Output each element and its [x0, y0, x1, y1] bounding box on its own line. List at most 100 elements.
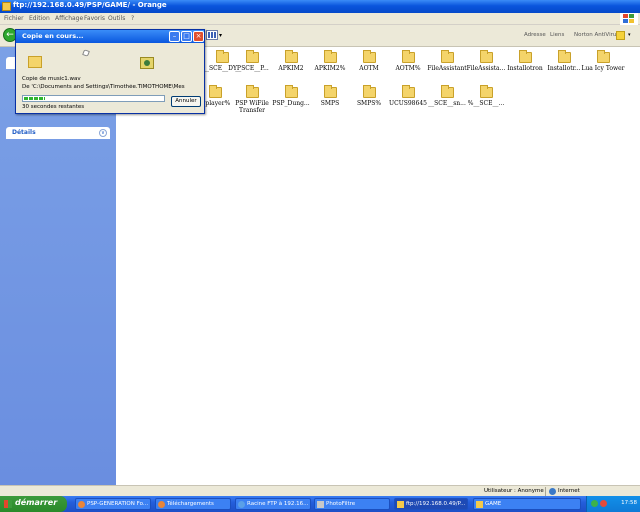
- ftp-icon: [238, 501, 245, 508]
- folder-icon: [440, 50, 454, 63]
- folder-item[interactable]: Installotr...: [542, 49, 586, 89]
- taskbar-item[interactable]: ftp://192.168.0.49/P...: [394, 498, 468, 510]
- maximize-icon[interactable]: □: [181, 31, 192, 42]
- views-dropdown-icon[interactable]: ▾: [219, 32, 222, 39]
- folder-item[interactable]: AOTM: [347, 49, 391, 89]
- folder-item[interactable]: %__SCE__...: [464, 84, 508, 124]
- links-label[interactable]: Liens: [550, 32, 564, 38]
- folder-icon: [440, 85, 454, 98]
- windows-flag-icon: [620, 13, 638, 25]
- folder-icon: [401, 50, 415, 63]
- folder-label: PSP_Dung...: [272, 100, 310, 107]
- status-bar: Utilisateur : Anonyme Internet: [0, 485, 640, 496]
- window-titlebar[interactable]: ftp://192.168.0.49/PSP/GAME/ - Orange: [0, 0, 640, 13]
- clock: 17:58: [621, 500, 637, 506]
- folder-label: SMPS: [320, 100, 340, 107]
- folder-item[interactable]: PSP_Dung...: [269, 84, 313, 124]
- taskbar-item[interactable]: Téléchargements: [155, 498, 231, 510]
- folder-item[interactable]: AOTM%: [386, 49, 430, 89]
- copy-path-line: De 'C:\Documents and Settings\Timothée.T…: [22, 84, 185, 90]
- norton-icon[interactable]: [616, 31, 625, 40]
- menu-bar: Fichier Edition Affichage Favoris Outils…: [0, 13, 640, 25]
- taskbar-item-label: PhotoFiltre: [326, 501, 356, 507]
- folder-item[interactable]: __SCE__P...: [230, 49, 274, 89]
- folder-icon: [362, 50, 376, 63]
- status-user: Utilisateur : Anonyme: [484, 488, 544, 494]
- taskbar: démarrer PSP-GENERATION Fo... Télécharge…: [0, 496, 640, 512]
- status-divider: [545, 487, 546, 496]
- menu-help[interactable]: ?: [131, 15, 134, 22]
- folder-icon: [323, 50, 337, 63]
- taskbar-item-label: Racine FTP à 192.16...: [247, 501, 309, 507]
- menu-edition[interactable]: Edition: [29, 15, 50, 22]
- folder-label: __SCE__sn...: [428, 100, 466, 107]
- copy-progress-bar: [22, 95, 165, 102]
- minimize-icon[interactable]: –: [169, 31, 180, 42]
- folder-label: AOTM: [359, 65, 379, 72]
- folder-item[interactable]: SMPS: [308, 84, 352, 124]
- close-icon[interactable]: ×: [193, 31, 204, 42]
- menu-affichage[interactable]: Affichage: [55, 15, 83, 22]
- dialog-title: Copie en cours...: [22, 32, 84, 40]
- folder-label: APKIM2: [278, 65, 304, 72]
- copy-progress-dialog[interactable]: Copie en cours... – □ × Copie de music1.…: [15, 29, 205, 114]
- taskbar-item[interactable]: GAME: [473, 498, 581, 510]
- folder-label: SMPS%: [356, 100, 382, 107]
- chevron-down-icon[interactable]: ∨: [99, 129, 107, 137]
- menu-favoris[interactable]: Favoris: [84, 15, 105, 22]
- folder-label: APKIM2%: [314, 65, 346, 72]
- dialog-titlebar[interactable]: Copie en cours... – □ ×: [16, 30, 204, 43]
- time-remaining: 30 secondes restantes: [22, 104, 85, 110]
- firefox-icon: [78, 501, 85, 508]
- copy-file-line: Copie de music1.wav: [22, 76, 81, 82]
- folder-icon: [397, 501, 404, 508]
- taskbar-item[interactable]: PhotoFiltre: [314, 498, 390, 510]
- folder-label: FileAssistant: [427, 65, 467, 72]
- norton-antivirus-label[interactable]: Norton AntiVirus: [574, 32, 619, 38]
- taskbar-item[interactable]: PSP-GENERATION Fo...: [75, 498, 151, 510]
- taskbar-item[interactable]: Racine FTP à 192.16...: [235, 498, 311, 510]
- flying-file-icon: [82, 49, 90, 57]
- folder-item[interactable]: APKIM2%: [308, 49, 352, 89]
- folder-icon: [518, 50, 532, 63]
- folder-item[interactable]: FileAssistant: [425, 49, 469, 89]
- folder-icon: [557, 50, 571, 63]
- folder-item[interactable]: FileAssista...: [464, 49, 508, 89]
- details-panel-header[interactable]: Détails ∨: [6, 127, 110, 139]
- folder-label: AOTM%: [395, 65, 421, 72]
- start-label: démarrer: [15, 498, 58, 507]
- tray-icon[interactable]: [600, 500, 607, 507]
- chevron-down-icon[interactable]: ▾: [628, 32, 631, 38]
- folder-label: Installotr...: [547, 65, 581, 72]
- source-folder-icon: [28, 56, 42, 68]
- firefox-icon: [158, 501, 165, 508]
- menu-outils[interactable]: Outils: [108, 15, 125, 22]
- folder-item[interactable]: UCUS98645: [386, 84, 430, 124]
- folder-item[interactable]: APKIM2: [269, 49, 313, 89]
- details-label: Détails: [12, 129, 36, 136]
- folder-icon: [215, 50, 229, 63]
- cancel-button[interactable]: Annuler: [171, 96, 201, 107]
- tray-icon[interactable]: [591, 500, 598, 507]
- folder-icon: [284, 50, 298, 63]
- folder-icon: [208, 85, 222, 98]
- folder-icon: [323, 85, 337, 98]
- folder-icon: [596, 50, 610, 63]
- views-icon[interactable]: [206, 30, 218, 40]
- folder-label: %__SCE__...: [467, 100, 505, 107]
- folder-item[interactable]: SMPS%: [347, 84, 391, 124]
- address-label[interactable]: Adresse: [524, 32, 546, 38]
- folder-label: PSP WiFile Transfer: [235, 100, 269, 114]
- folder-item[interactable]: PSP WiFile Transfer: [230, 84, 274, 124]
- windows-flag-icon: [4, 500, 12, 508]
- folder-label: Installotron: [507, 65, 543, 72]
- folder-icon: [476, 501, 483, 508]
- folder-icon: [479, 85, 493, 98]
- folder-item[interactable]: __SCE__sn...: [425, 84, 469, 124]
- start-button[interactable]: démarrer: [0, 496, 67, 512]
- menu-fichier[interactable]: Fichier: [4, 15, 24, 22]
- taskbar-item-label: GAME: [485, 501, 502, 507]
- folder-item[interactable]: Installotron: [503, 49, 547, 89]
- folder-icon: [245, 50, 259, 63]
- folder-item[interactable]: Lua Icy Tower: [581, 49, 625, 89]
